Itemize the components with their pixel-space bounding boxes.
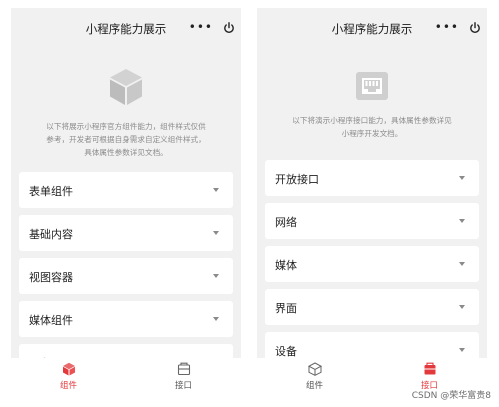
navigation-bar: 小程序能力展示 ••• <box>257 8 487 50</box>
list-item-label: 视图容器 <box>29 271 73 284</box>
list-item-view-container[interactable]: 视图容器 <box>19 258 233 294</box>
tab-label: 组件 <box>59 381 77 391</box>
power-icon[interactable] <box>469 22 481 34</box>
left-screen: 小程序能力展示 ••• 以下将展示小程序官方组件能力，组件样式仅供 参考，开发者… <box>11 8 241 400</box>
list-item-label: 开放接口 <box>275 173 319 186</box>
caret-down-icon <box>459 176 465 180</box>
caret-down-icon <box>213 274 219 278</box>
description-line: 以下将演示小程序接口能力，具体属性参数详见 <box>292 116 452 125</box>
list-item-label: 网络 <box>275 216 297 229</box>
tab-components[interactable]: 组件 <box>257 362 372 391</box>
network-port-icon <box>356 72 388 100</box>
list-item-label: 设备 <box>275 345 297 358</box>
tab-label: 接口 <box>174 381 192 391</box>
list-item-media-components[interactable]: 媒体组件 <box>19 301 233 337</box>
caret-down-icon <box>459 348 465 352</box>
box-icon <box>424 362 435 375</box>
tab-bar: 组件 接口 <box>11 358 241 400</box>
cube-icon <box>110 69 142 105</box>
list-item-label: 界面 <box>275 302 297 315</box>
description-line: 以下将展示小程序官方组件能力，组件样式仅供 <box>46 122 206 131</box>
list-item-form-components[interactable]: 表单组件 <box>19 172 233 208</box>
list-item-label: 媒体组件 <box>29 314 73 327</box>
hero-icon-wrap <box>11 68 241 106</box>
more-dots-icon[interactable]: ••• <box>435 21 459 33</box>
cube-icon <box>62 362 75 376</box>
more-dots-icon[interactable]: ••• <box>189 21 213 33</box>
caret-down-icon <box>213 231 219 235</box>
page-description: 以下将演示小程序接口能力，具体属性参数详见 小程序开发文档。 <box>279 114 465 140</box>
list-item-label: 表单组件 <box>29 185 73 198</box>
tab-label: 组件 <box>305 381 323 391</box>
description-line: 参考，开发者可根据自身需求自定义组件样式， <box>46 135 206 144</box>
hero-icon-wrap <box>257 71 487 101</box>
caret-down-icon <box>459 305 465 309</box>
description-line: 小程序开发文档。 <box>341 129 403 138</box>
caret-down-icon <box>459 262 465 266</box>
page-description: 以下将展示小程序官方组件能力，组件样式仅供 参考，开发者可根据自身需求自定义组件… <box>33 120 219 159</box>
tab-apis[interactable]: 接口 <box>372 362 487 391</box>
watermark: CSDN @荣华富贵8 <box>411 391 491 401</box>
app-screenshot-stage: 小程序能力展示 ••• 以下将展示小程序官方组件能力，组件样式仅供 参考，开发者… <box>0 0 499 407</box>
caret-down-icon <box>213 317 219 321</box>
power-icon[interactable] <box>223 22 235 34</box>
caret-down-icon <box>213 188 219 192</box>
list-item-network[interactable]: 网络 <box>265 203 479 239</box>
list-item-basic-content[interactable]: 基础内容 <box>19 215 233 251</box>
list-item-open-api[interactable]: 开放接口 <box>265 160 479 196</box>
cube-icon <box>307 362 322 376</box>
tab-components[interactable]: 组件 <box>11 362 126 391</box>
box-icon <box>177 362 190 376</box>
tab-apis[interactable]: 接口 <box>126 362 241 391</box>
caret-down-icon <box>459 219 465 223</box>
description-line: 具体属性参数详见文档。 <box>84 148 168 157</box>
list-item-interface[interactable]: 界面 <box>265 289 479 325</box>
list-item-label: 基础内容 <box>29 228 73 241</box>
right-screen: 小程序能力展示 ••• 以下将演示小程序接口能力，具体属性参数详见 小程序开发文… <box>257 8 487 400</box>
navigation-bar: 小程序能力展示 ••• <box>11 8 241 50</box>
list-item-label: 媒体 <box>275 259 297 272</box>
list-item-media[interactable]: 媒体 <box>265 246 479 282</box>
